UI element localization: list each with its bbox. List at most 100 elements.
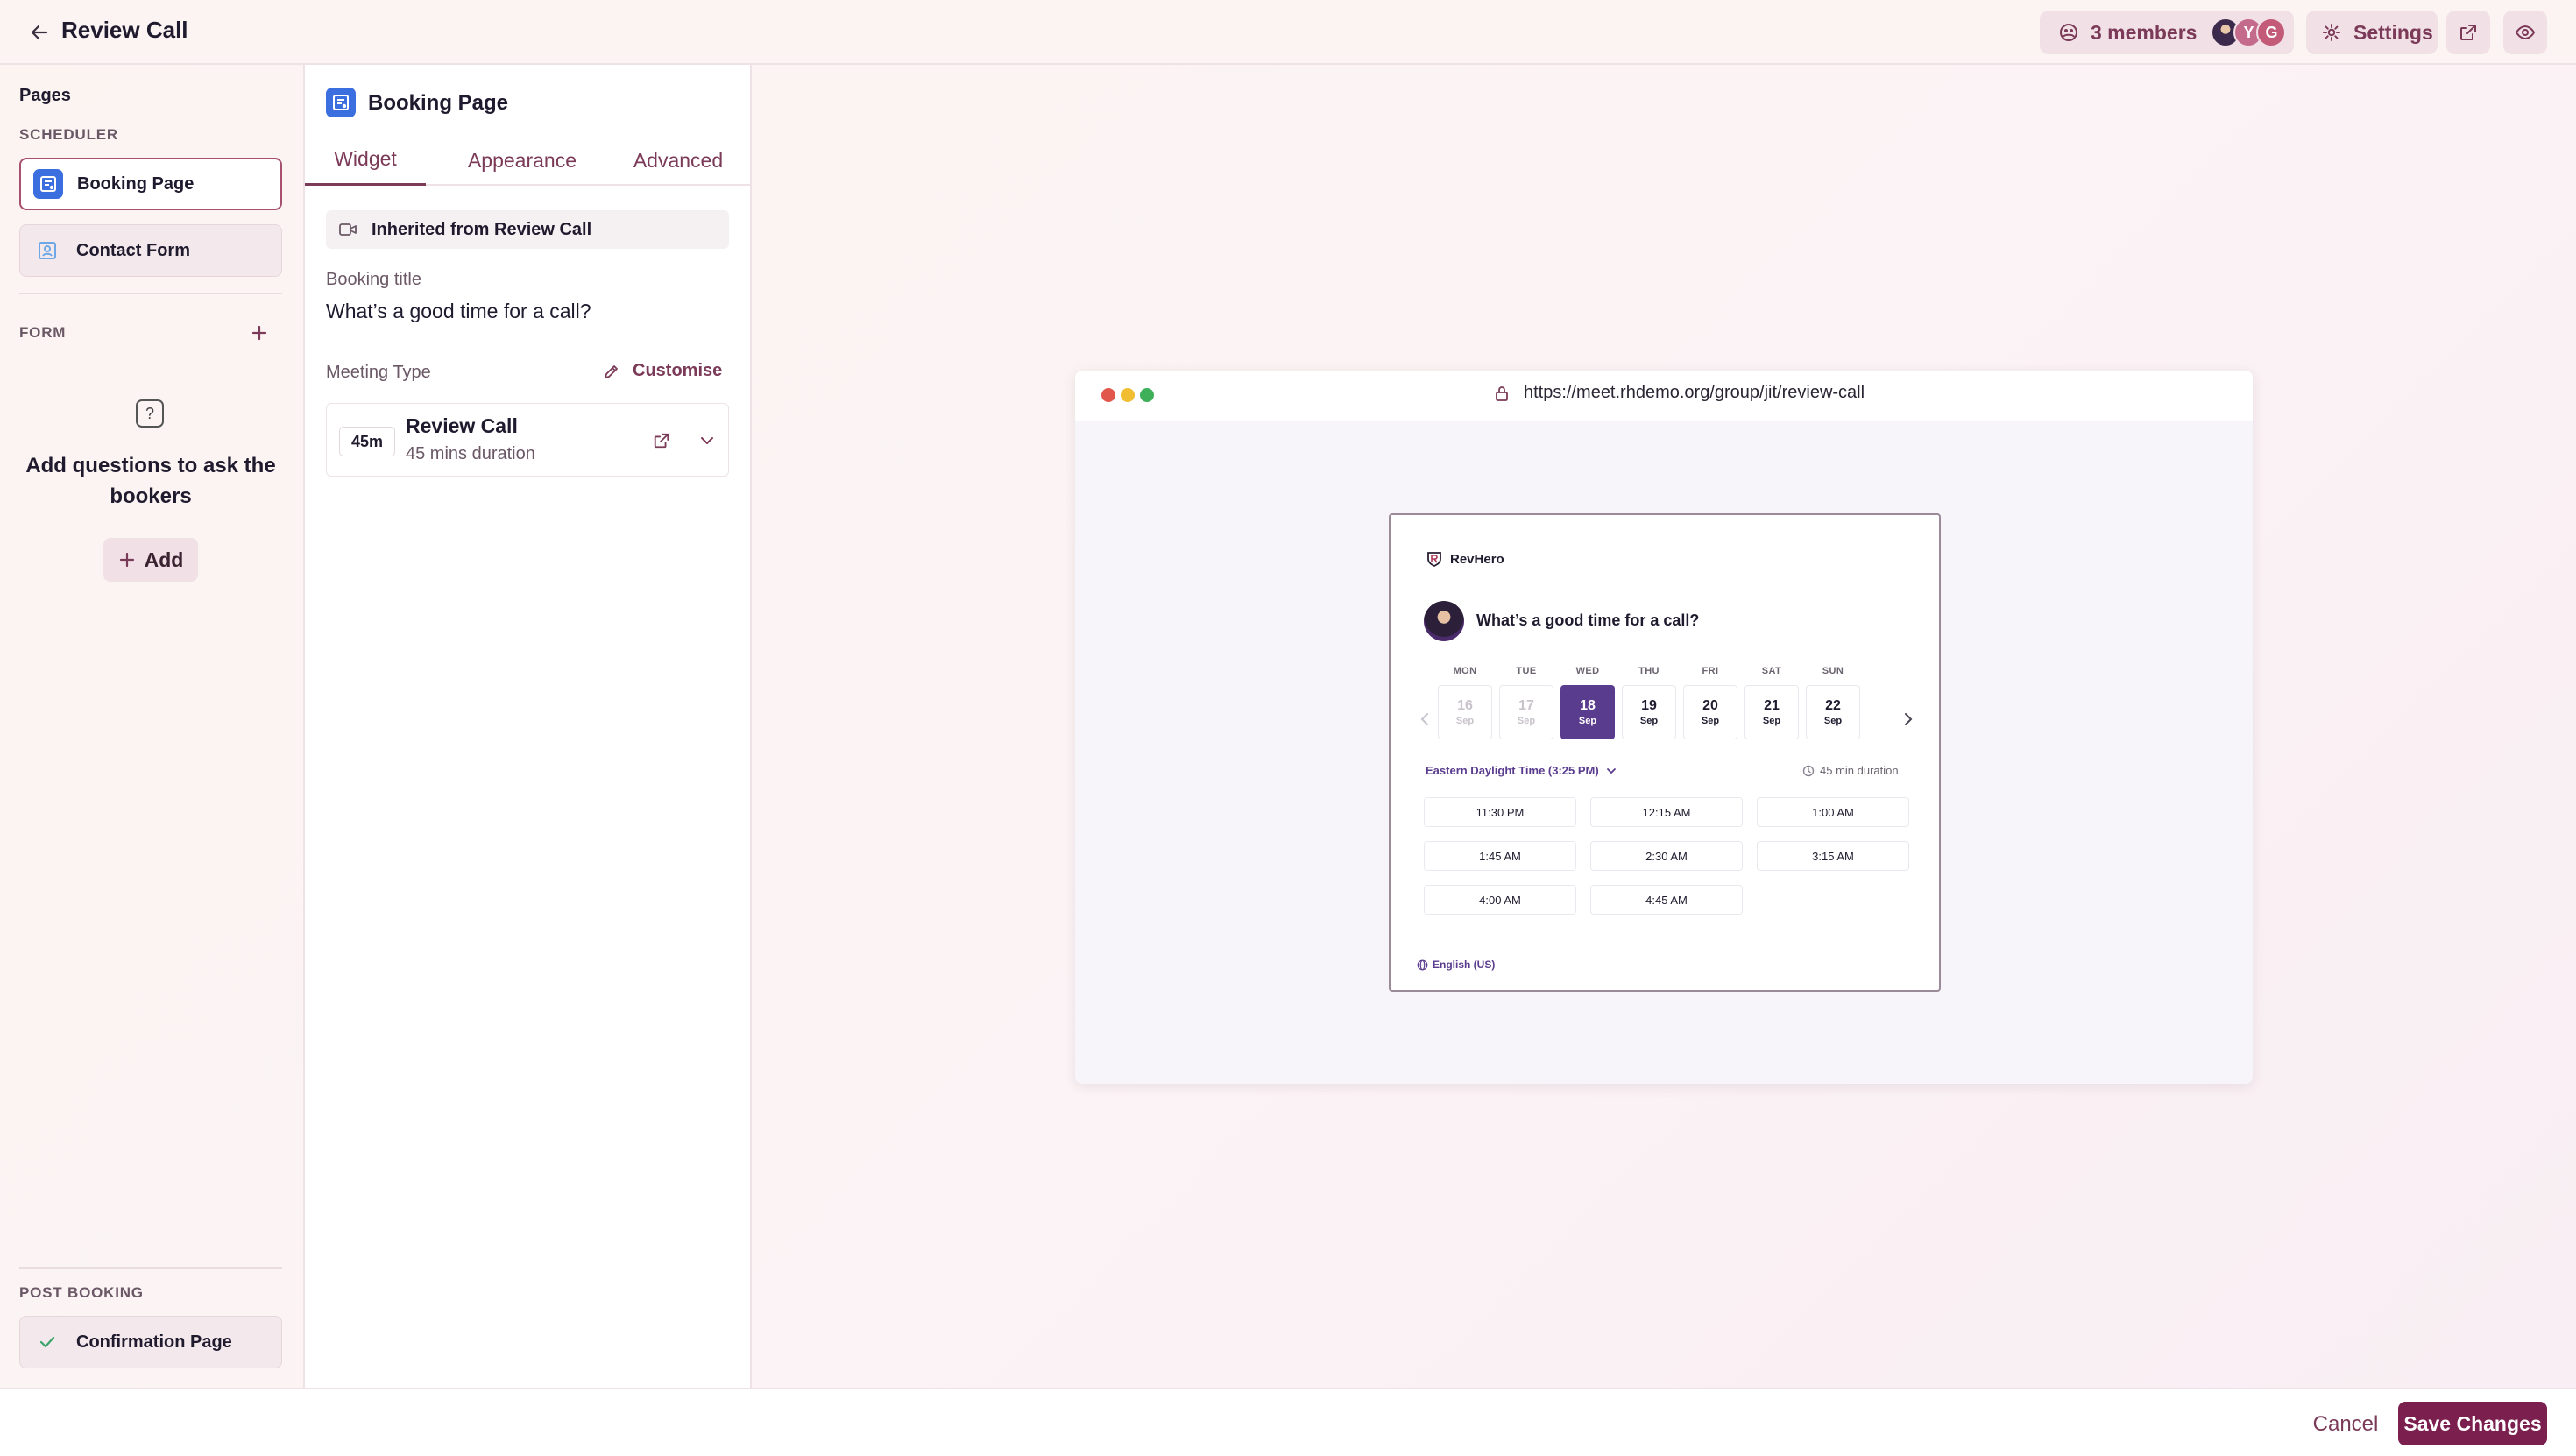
globe-icon xyxy=(1417,959,1428,971)
date-month: Sep xyxy=(1517,716,1536,726)
add-label: Add xyxy=(144,548,184,571)
booking-page-icon xyxy=(33,169,63,199)
duration-chip: 45m xyxy=(339,427,395,456)
language-label: English (US) xyxy=(1433,958,1496,971)
settings-label: Settings xyxy=(2353,20,2433,44)
form-section-label: FORM xyxy=(19,324,67,341)
settings-panel: Booking Page Widget Appearance Advanced … xyxy=(303,65,752,1388)
sidebar-item-contact-form[interactable]: Contact Form xyxy=(19,224,282,277)
expand-meeting-button[interactable] xyxy=(693,427,721,455)
brand: RevHero xyxy=(1426,550,1504,568)
video-camera-icon xyxy=(338,222,357,237)
preview-button[interactable] xyxy=(2503,11,2547,54)
date-month: Sep xyxy=(1639,716,1659,726)
widget-title: What’s a good time for a call? xyxy=(1476,611,1700,629)
brand-name: RevHero xyxy=(1450,551,1504,567)
date-cell-selected[interactable]: 18 Sep xyxy=(1560,685,1615,739)
date-month: Sep xyxy=(1701,716,1720,726)
date-number: 18 xyxy=(1580,698,1596,713)
tab-bar: Widget Appearance Advanced xyxy=(305,135,750,186)
booking-title-field[interactable]: What’s a good time for a call? xyxy=(326,300,591,323)
time-slot[interactable]: 1:45 AM xyxy=(1424,841,1576,871)
time-slot[interactable]: 12:15 AM xyxy=(1590,797,1743,827)
share-button[interactable] xyxy=(2446,11,2490,54)
contact-form-icon xyxy=(32,236,62,265)
day-column: SUN 22 Sep xyxy=(1806,666,1860,739)
previous-week-button[interactable] xyxy=(1415,710,1434,729)
date-number: 19 xyxy=(1641,698,1657,713)
time-slot[interactable]: 3:15 AM xyxy=(1757,841,1909,871)
tab-advanced[interactable]: Advanced xyxy=(619,135,738,186)
divider xyxy=(19,293,282,294)
tab-widget[interactable]: Widget xyxy=(305,135,426,186)
back-arrow-icon[interactable] xyxy=(25,18,54,47)
date-number: 20 xyxy=(1702,698,1718,713)
day-name: SUN xyxy=(1822,666,1844,676)
time-slot[interactable]: 4:00 AM xyxy=(1424,885,1576,915)
time-slot[interactable]: 2:30 AM xyxy=(1590,841,1743,871)
day-column: THU 19 Sep xyxy=(1622,666,1676,739)
duration-text: 45 min duration xyxy=(1820,764,1899,777)
tab-appearance[interactable]: Appearance xyxy=(445,135,599,186)
day-column: MON 16 Sep xyxy=(1438,666,1492,739)
date-number: 21 xyxy=(1764,698,1780,713)
add-question-button[interactable]: Add xyxy=(103,538,198,582)
chevron-down-icon xyxy=(1606,767,1617,775)
next-week-button[interactable] xyxy=(1899,710,1918,729)
settings-button[interactable]: Settings xyxy=(2306,11,2438,54)
time-slot[interactable]: 11:30 PM xyxy=(1424,797,1576,827)
date-cell[interactable]: 17 Sep xyxy=(1499,685,1553,739)
timezone-select[interactable]: Eastern Daylight Time (3:25 PM) xyxy=(1426,764,1617,777)
date-cell[interactable]: 19 Sep xyxy=(1622,685,1676,739)
open-meeting-button[interactable] xyxy=(648,427,676,455)
sidebar-item-label: Confirmation Page xyxy=(76,1332,232,1352)
date-number: 22 xyxy=(1825,698,1841,713)
url-bar[interactable]: https://meet.rhdemo.org/group/jit/review… xyxy=(1494,383,1865,403)
duration-info: 45 min duration xyxy=(1802,764,1899,777)
chevron-down-icon xyxy=(699,433,715,449)
chevron-right-icon xyxy=(1903,712,1914,726)
date-month: Sep xyxy=(1762,716,1781,726)
plus-icon xyxy=(251,324,268,342)
meeting-type-card[interactable]: 45m Review Call 45 mins duration xyxy=(326,403,729,477)
divider xyxy=(19,1267,282,1269)
date-cell[interactable]: 20 Sep xyxy=(1683,685,1737,739)
scheduler-section-label: SCHEDULER xyxy=(19,126,118,143)
save-changes-button[interactable]: Save Changes xyxy=(2398,1402,2547,1445)
meeting-name: Review Call xyxy=(406,414,518,437)
date-month: Sep xyxy=(1578,716,1597,726)
time-slot[interactable]: 1:00 AM xyxy=(1757,797,1909,827)
lock-icon xyxy=(1494,385,1510,402)
members-button[interactable]: 3 members Y G xyxy=(2040,11,2294,54)
check-icon xyxy=(32,1327,62,1357)
day-name: WED xyxy=(1575,666,1600,676)
members-label: 3 members xyxy=(2091,20,2197,44)
sidebar-item-label: Booking Page xyxy=(77,173,195,194)
sidebar: Pages SCHEDULER Booking Page Contact For… xyxy=(0,65,303,1388)
browser-address-bar: https://meet.rhdemo.org/group/jit/review… xyxy=(1075,371,2253,421)
day-name: MON xyxy=(1453,666,1477,676)
eye-icon xyxy=(2515,23,2536,42)
day-column: WED 18 Sep xyxy=(1560,666,1615,739)
customise-button[interactable]: Customise xyxy=(603,361,722,381)
inherited-notice: Inherited from Review Call xyxy=(326,210,729,249)
date-number: 17 xyxy=(1518,698,1534,713)
add-form-question-button[interactable] xyxy=(247,321,272,345)
booking-page-icon xyxy=(326,88,356,117)
date-cell[interactable]: 16 Sep xyxy=(1438,685,1492,739)
external-link-icon xyxy=(2459,23,2478,42)
cancel-button[interactable]: Cancel xyxy=(2299,1405,2392,1444)
sidebar-item-booking-page[interactable]: Booking Page xyxy=(19,158,282,210)
panel-title: Booking Page xyxy=(368,91,509,115)
date-cell[interactable]: 22 Sep xyxy=(1806,685,1860,739)
sidebar-item-confirmation-page[interactable]: Confirmation Page xyxy=(19,1316,282,1368)
day-column: SAT 21 Sep xyxy=(1744,666,1799,739)
timezone-label: Eastern Daylight Time (3:25 PM) xyxy=(1426,764,1599,777)
date-cell[interactable]: 21 Sep xyxy=(1744,685,1799,739)
external-link-icon xyxy=(653,432,670,449)
question-icon: ? xyxy=(136,399,164,428)
language-select[interactable]: English (US) xyxy=(1417,958,1495,971)
member-avatars: Y G xyxy=(2211,18,2287,47)
chevron-left-icon xyxy=(1419,712,1430,726)
time-slot[interactable]: 4:45 AM xyxy=(1590,885,1743,915)
